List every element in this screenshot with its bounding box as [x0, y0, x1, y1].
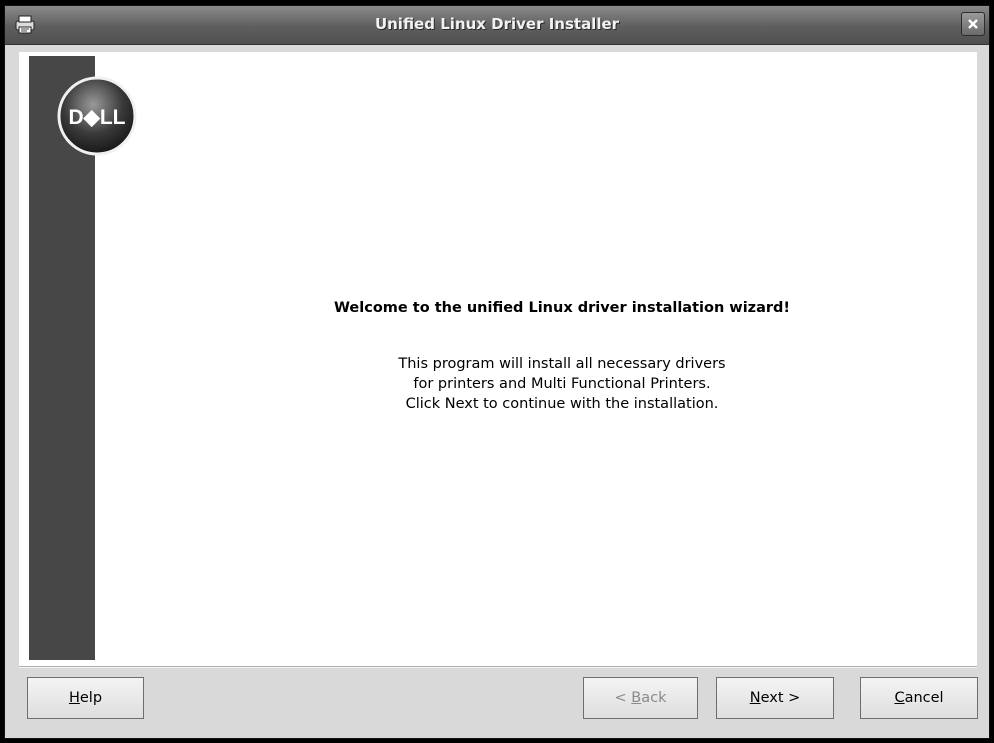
wizard-content: D◆LL Welcome to the unified Linux driver… — [19, 52, 977, 666]
description-line: This program will install all necessary … — [398, 356, 726, 372]
button-divider — [19, 666, 977, 668]
welcome-heading: Welcome to the unified Linux driver inst… — [333, 300, 791, 316]
help-button[interactable]: Help — [27, 677, 144, 719]
welcome-description: This program will install all necessary … — [19, 354, 977, 414]
installer-window: Unified Linux Driver Installer D◆LL Welc… — [4, 5, 990, 739]
cancel-button[interactable]: Cancel — [860, 677, 978, 719]
window-title: Unified Linux Driver Installer — [374, 15, 620, 33]
title-bar[interactable]: Unified Linux Driver Installer — [5, 6, 989, 45]
dell-logo: D◆LL — [57, 76, 137, 156]
close-button[interactable] — [961, 12, 985, 36]
close-icon — [968, 19, 978, 29]
back-button[interactable]: < Back — [583, 677, 698, 719]
description-line: for printers and Multi Functional Printe… — [413, 376, 711, 392]
svg-text:D◆LL: D◆LL — [69, 106, 126, 129]
description-line: Click Next to continue with the installa… — [405, 396, 719, 412]
next-button[interactable]: Next > — [716, 677, 834, 719]
